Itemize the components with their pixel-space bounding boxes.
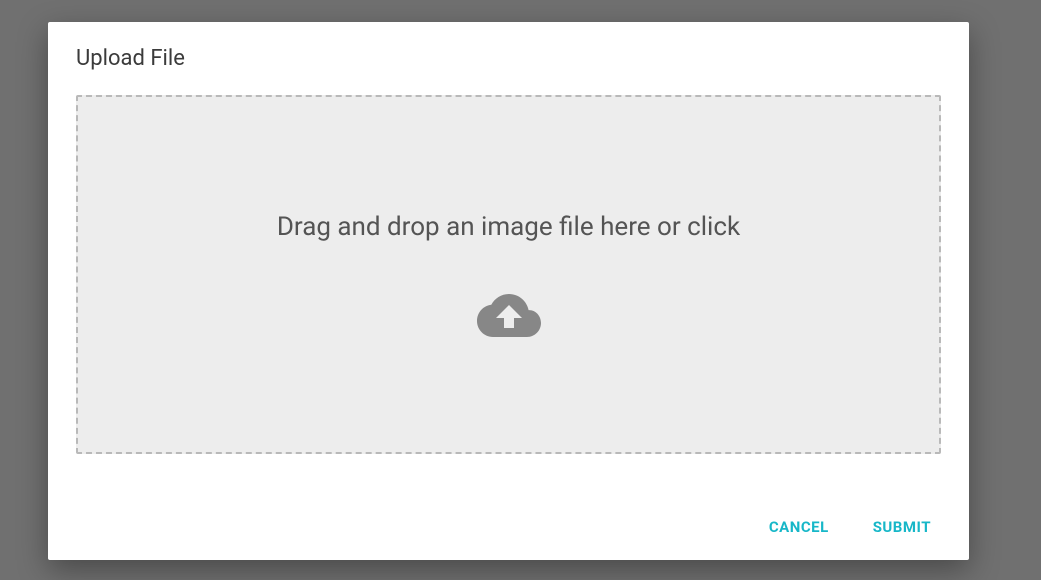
upload-file-dialog: Upload File Drag and drop an image file …: [48, 22, 969, 560]
cancel-button[interactable]: CANCEL: [765, 512, 833, 542]
cloud-upload-icon: [477, 290, 541, 338]
dialog-actions: CANCEL SUBMIT: [76, 488, 941, 542]
file-dropzone[interactable]: Drag and drop an image file here or clic…: [76, 95, 941, 454]
dialog-title: Upload File: [76, 46, 941, 71]
dropzone-prompt: Drag and drop an image file here or clic…: [277, 212, 740, 242]
submit-button[interactable]: SUBMIT: [869, 512, 935, 542]
